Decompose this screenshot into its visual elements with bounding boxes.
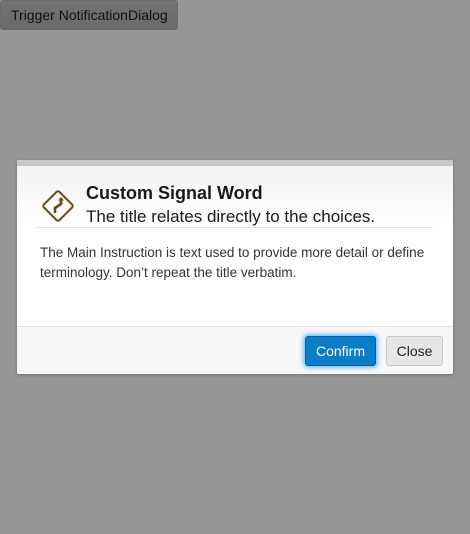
dialog-main-instruction: The Main Instruction is text used to pro… [40, 245, 425, 280]
dialog-footer: Confirm Close [17, 326, 453, 374]
confirm-button[interactable]: Confirm [305, 336, 376, 366]
header-divider [35, 227, 433, 228]
dialog-header: Custom Signal Word The title relates dir… [17, 166, 453, 230]
close-button[interactable]: Close [386, 336, 443, 366]
dialog-subtitle: The title relates directly to the choice… [86, 207, 376, 226]
page-root: Trigger NotificationDialog Custom Signal… [0, 0, 470, 534]
dialog-title: Custom Signal Word [86, 183, 263, 203]
trigger-notification-dialog-button[interactable]: Trigger NotificationDialog [0, 0, 178, 30]
road-curve-warning-sign-icon [42, 190, 74, 222]
notification-dialog: Custom Signal Word The title relates dir… [17, 160, 453, 374]
